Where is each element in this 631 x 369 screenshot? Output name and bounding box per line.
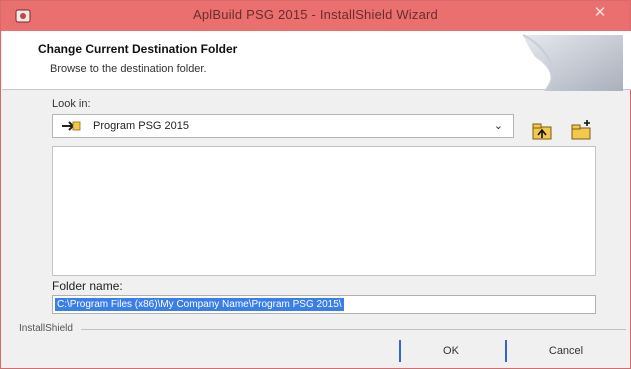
cancel-button[interactable]: Cancel xyxy=(505,340,625,362)
folder-name-label: Folder name: xyxy=(52,279,123,293)
new-folder-icon[interactable] xyxy=(569,118,595,144)
page-title: Change Current Destination Folder xyxy=(38,42,238,56)
folder-list[interactable] xyxy=(52,146,596,276)
folder-name-field[interactable]: C:\Program Files (x86)\My Company Name\P… xyxy=(52,295,596,314)
page-curl-graphic xyxy=(522,34,623,91)
look-in-dropdown[interactable]: Program PSG 2015 ⌄ xyxy=(52,114,514,138)
look-in-value: Program PSG 2015 xyxy=(93,120,189,132)
installshield-brand: InstallShield xyxy=(19,323,73,334)
wizard-header: Change Current Destination Folder Browse… xyxy=(2,31,631,91)
folder-name-value: C:\Program Files (x86)\My Company Name\P… xyxy=(55,298,344,311)
title-bar[interactable]: AplBuild PSG 2015 - InstallShield Wizard… xyxy=(1,1,630,31)
close-button[interactable]: ✕ xyxy=(578,1,622,25)
ok-button[interactable]: OK xyxy=(399,340,501,362)
installshield-wizard-window: AplBuild PSG 2015 - InstallShield Wizard… xyxy=(0,0,631,369)
window-title: AplBuild PSG 2015 - InstallShield Wizard xyxy=(192,7,438,22)
page-subtitle: Browse to the destination folder. xyxy=(50,63,207,75)
chevron-down-icon[interactable]: ⌄ xyxy=(494,119,503,132)
up-one-level-icon[interactable] xyxy=(530,118,556,144)
footer-divider xyxy=(81,329,626,330)
look-in-label: Look in: xyxy=(52,98,91,110)
folder-arrow-icon xyxy=(62,121,81,131)
